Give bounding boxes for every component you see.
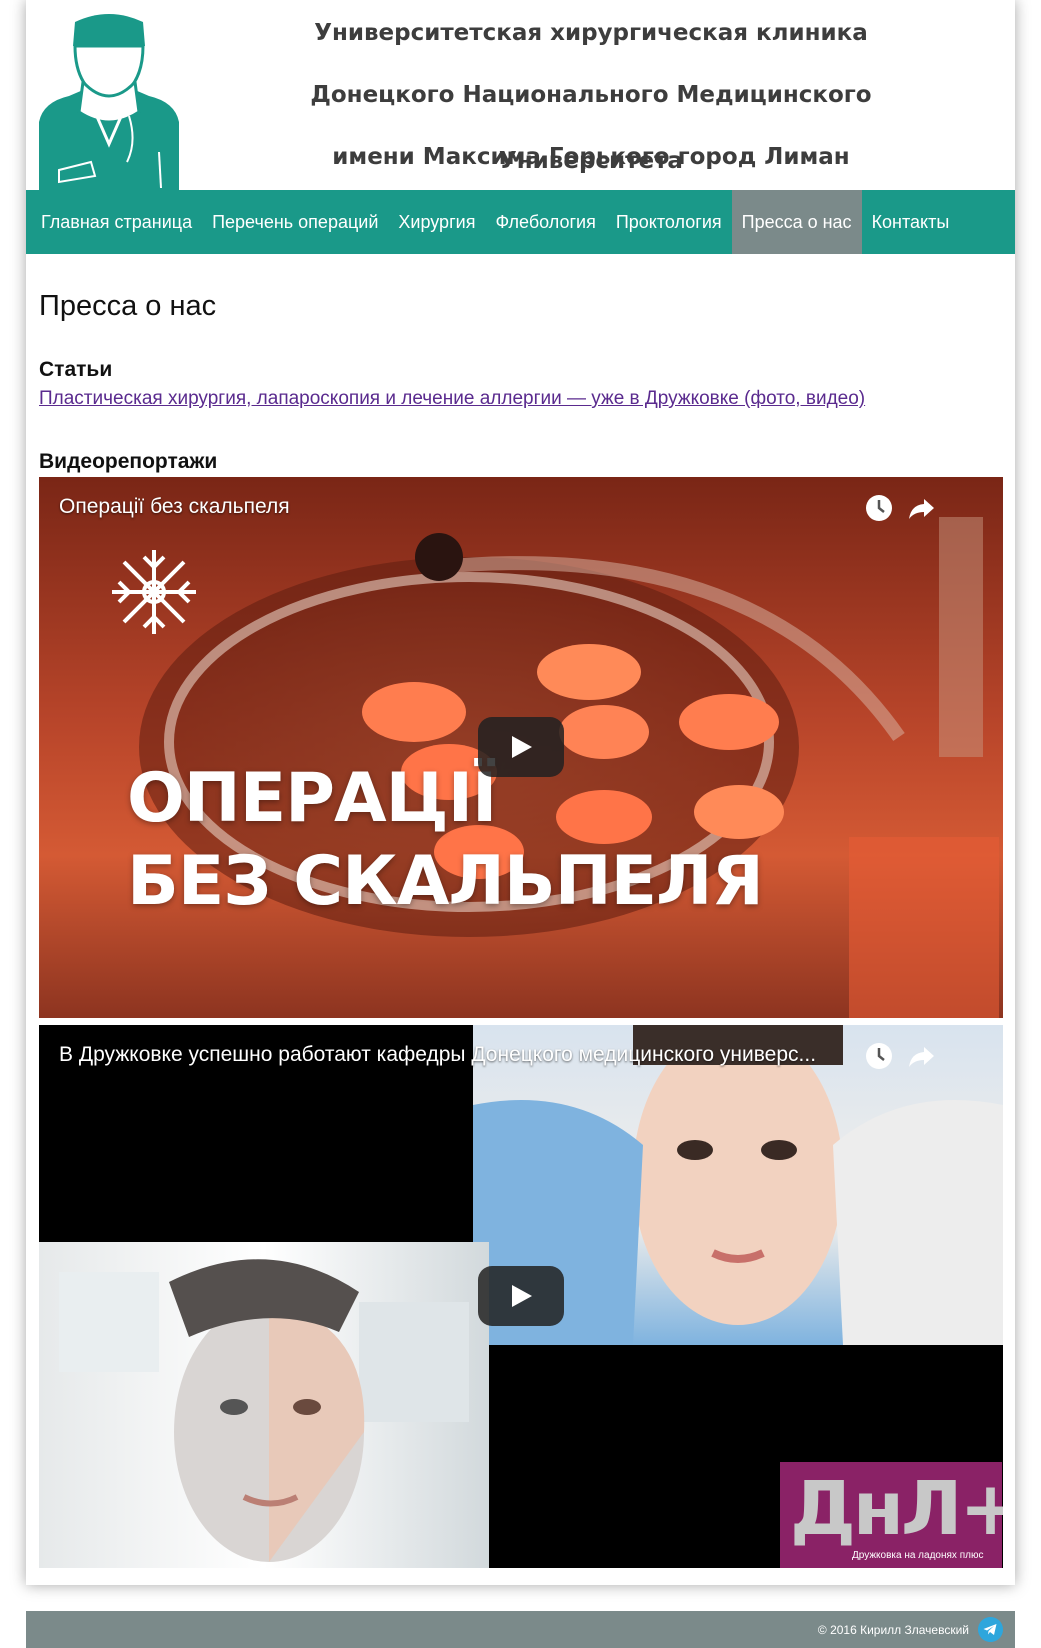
videos-heading: Видеорепортажи	[39, 450, 218, 473]
share-icon[interactable]	[906, 1041, 936, 1071]
video-title[interactable]: В Дружковке успешно работают кафедры Дон…	[59, 1043, 816, 1067]
share-icon[interactable]	[906, 493, 936, 523]
video-player-2[interactable]: В Дружковке успешно работают кафедры Дон…	[39, 1025, 1003, 1568]
site-header: Университетская хирургическая клиника До…	[26, 0, 1015, 190]
play-icon[interactable]	[478, 717, 564, 777]
telegram-icon[interactable]	[978, 1617, 1003, 1642]
nav-item-phlebology[interactable]: Флебология	[485, 190, 605, 254]
clinic-title: Университетская хирургическая клиника До…	[216, 0, 966, 186]
page-title: Пресса о нас	[39, 290, 217, 322]
video-overlay-line-1: ОПЕРАЦІЇ	[127, 759, 497, 838]
site-footer: © 2016 Кирилл Злачевский	[26, 1611, 1015, 1648]
nav-item-contacts[interactable]: Контакты	[862, 190, 960, 254]
copyright-text: © 2016 Кирилл Злачевский	[817, 1623, 969, 1637]
clock-icon[interactable]	[864, 1041, 894, 1071]
article-link[interactable]: Пластическая хирургия, лапароскопия и ле…	[39, 388, 865, 410]
nav-item-proctology[interactable]: Проктология	[606, 190, 732, 254]
main-nav: Главная страница Перечень операций Хирур…	[26, 190, 1015, 254]
video-overlay-line-2: БЕЗ СКАЛЬПЕЛЯ	[127, 842, 764, 921]
surgeon-logo-icon[interactable]	[39, 12, 179, 190]
nav-item-operations-list[interactable]: Перечень операций	[202, 190, 388, 254]
nav-item-surgery[interactable]: Хирургия	[388, 190, 485, 254]
clinic-title-line-3: имени Максима Горького город Лиман	[332, 144, 850, 170]
clock-icon[interactable]	[864, 493, 894, 523]
nav-item-press[interactable]: Пресса о нас	[731, 190, 862, 254]
clinic-title-line-1: Университетская хирургическая клиника	[314, 20, 868, 46]
page-container: Университетская хирургическая клиника До…	[26, 0, 1015, 1585]
play-icon[interactable]	[478, 1266, 564, 1326]
snowflake-logo-icon	[112, 550, 196, 634]
dnl-logo: ДнЛ+ Дружковка на ладонях плюс	[780, 1462, 1003, 1568]
face-thumbnail-left	[39, 1242, 489, 1568]
video-title[interactable]: Операції без скальпеля	[59, 495, 290, 519]
clinic-title-line-2: Донецкого Национального Медицинского Уни…	[310, 82, 872, 174]
dnl-logo-caption: Дружковка на ладонях плюс	[852, 1550, 984, 1561]
dnl-logo-text: ДнЛ+	[790, 1466, 1003, 1552]
nav-item-home[interactable]: Главная страница	[26, 190, 202, 254]
video-player-1[interactable]: Операції без скальпеля ОПЕРАЦІЇ БЕЗ СКАЛ…	[39, 477, 1003, 1018]
articles-heading: Статьи	[39, 358, 113, 381]
